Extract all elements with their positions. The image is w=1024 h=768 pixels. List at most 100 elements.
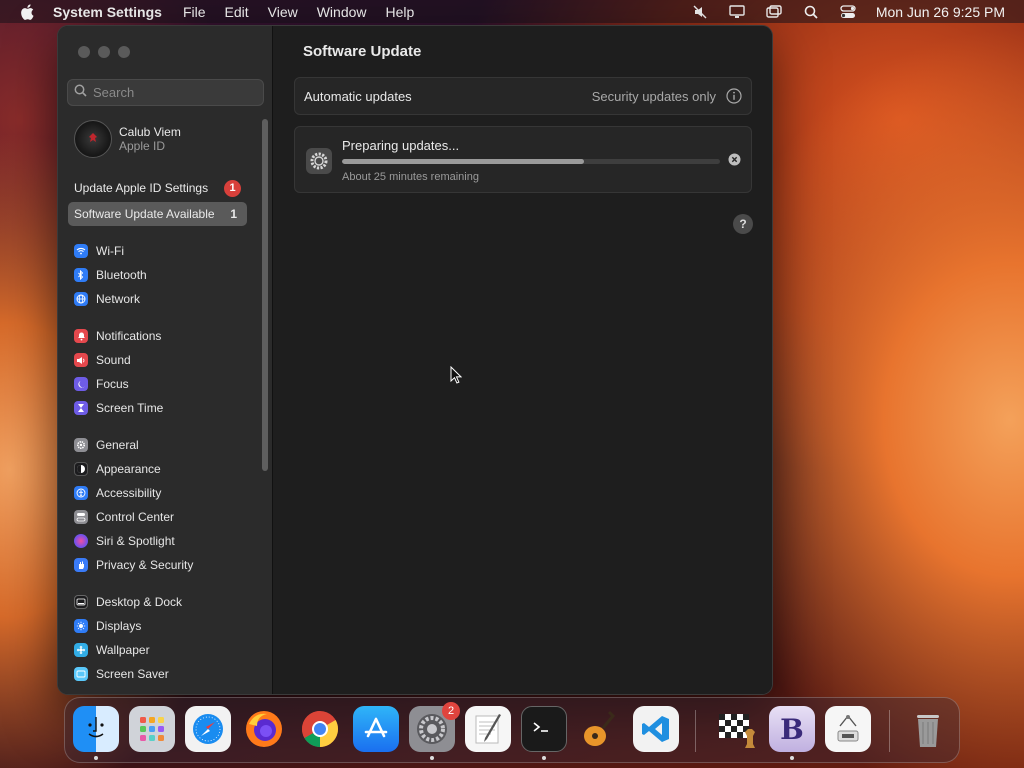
sidebar-item-control-center[interactable]: Control Center (74, 507, 174, 527)
sidebar-item-focus[interactable]: Focus (74, 374, 129, 394)
siri-icon (74, 534, 88, 548)
notification-badge: 1 (224, 179, 241, 197)
speaker-icon (74, 353, 88, 367)
finder-icon[interactable] (73, 706, 119, 752)
dock-separator (889, 710, 890, 752)
sidebar-item-sound[interactable]: Sound (74, 350, 131, 370)
sidebar-item-displays[interactable]: Displays (74, 616, 141, 636)
sidebar-item-notifications[interactable]: Notifications (74, 326, 161, 346)
svg-text:B: B (780, 713, 804, 746)
sidebar: Calub Viem Apple ID Update Apple ID Sett… (58, 26, 273, 694)
hourglass-icon (74, 401, 88, 415)
sidebar-scrollbar[interactable] (262, 119, 268, 471)
garageband-icon[interactable] (577, 706, 623, 752)
dock-separator (695, 710, 696, 752)
terminal-icon[interactable] (521, 706, 567, 752)
software-update-available[interactable]: Software Update Available 1 (68, 202, 247, 226)
textedit-icon[interactable] (465, 706, 511, 752)
system-settings-window: Calub Viem Apple ID Update Apple ID Sett… (57, 25, 773, 695)
spotlight-search-icon[interactable] (802, 4, 820, 20)
menu-help[interactable]: Help (386, 4, 415, 20)
search-field[interactable] (67, 79, 264, 106)
sidebar-item-label: Notifications (96, 329, 162, 343)
sidebar-item-label: Appearance (96, 462, 161, 476)
network-globe-icon (74, 292, 88, 306)
sidebar-item-label: Network (96, 292, 141, 306)
apple-id-account[interactable]: Calub Viem Apple ID (74, 120, 181, 158)
sidebar-item-desktop-dock[interactable]: Desktop & Dock (74, 592, 182, 612)
automatic-updates-row[interactable]: Automatic updates Security updates only (294, 77, 752, 115)
time-remaining: About 25 minutes remaining (342, 171, 479, 183)
sidebar-item-wifi[interactable]: Wi-Fi (74, 241, 124, 261)
image-capture-icon[interactable] (825, 706, 871, 752)
progress-title: Preparing updates... (342, 138, 460, 153)
app-store-icon[interactable] (353, 706, 399, 752)
sidebar-item-label: General (96, 438, 139, 452)
sidebar-item-label: Siri & Spotlight (96, 534, 175, 548)
sidebar-item-label: Accessibility (96, 486, 162, 500)
control-center-icon[interactable] (839, 4, 857, 20)
sidebar-item-general[interactable]: General (74, 435, 139, 455)
software-update-pane: Software Update Automatic updates Securi… (274, 26, 772, 694)
close-window-button[interactable] (78, 46, 90, 58)
chrome-icon[interactable] (297, 706, 343, 752)
menu-bar-clock[interactable]: Mon Jun 26 9:25 PM (876, 4, 1005, 20)
software-update-gear-icon (306, 148, 332, 174)
sidebar-item-label: Wallpaper (96, 643, 150, 657)
sidebar-item-appearance[interactable]: Appearance (74, 459, 161, 479)
sidebar-item-network[interactable]: Network (74, 289, 140, 309)
notifications-bell-icon (74, 329, 88, 343)
update-progress-card: Preparing updates... About 25 minutes re… (294, 126, 752, 193)
dock-icon (74, 595, 88, 609)
update-apple-id-settings[interactable]: Update Apple ID Settings 1 (68, 176, 247, 200)
settings-notification-badge: 2 (442, 702, 460, 720)
automatic-updates-value: Security updates only (591, 88, 716, 104)
progress-bar-fill (342, 159, 584, 164)
sidebar-item-label: Control Center (96, 510, 175, 524)
user-name: Calub Viem (119, 125, 181, 139)
sidebar-item-siri-spotlight[interactable]: Siri & Spotlight (74, 531, 175, 551)
info-icon[interactable] (726, 88, 742, 104)
sidebar-item-label: Focus (96, 377, 129, 391)
chess-icon[interactable] (713, 706, 759, 752)
search-icon (74, 84, 87, 102)
running-indicator (430, 756, 434, 760)
sun-brightness-icon (74, 619, 88, 633)
menu-edit[interactable]: Edit (225, 4, 249, 20)
launchpad-icon[interactable] (129, 706, 175, 752)
vscode-icon[interactable] (633, 706, 679, 752)
apple-menu-icon[interactable] (18, 3, 36, 21)
bbedit-icon[interactable]: B (769, 706, 815, 752)
sidebar-item-wallpaper[interactable]: Wallpaper (74, 640, 150, 660)
sidebar-item-label: Privacy & Security (96, 558, 194, 572)
search-input[interactable] (93, 85, 253, 100)
running-indicator (542, 756, 546, 760)
trash-icon[interactable] (905, 706, 951, 752)
sidebar-item-label: Screen Saver (96, 667, 169, 681)
menu-file[interactable]: File (183, 4, 206, 20)
screen-mirroring-icon[interactable] (765, 4, 783, 20)
appearance-icon (74, 462, 88, 476)
menu-window[interactable]: Window (317, 4, 367, 20)
page-title: Software Update (303, 43, 422, 60)
sidebar-item-accessibility[interactable]: Accessibility (74, 483, 161, 503)
control-center-sidebar-icon (74, 510, 88, 524)
update-count: 1 (230, 207, 237, 221)
running-indicator (94, 756, 98, 760)
bluetooth-icon (74, 268, 88, 282)
cancel-update-icon[interactable] (728, 153, 741, 166)
firefox-icon[interactable] (241, 706, 287, 752)
mute-icon[interactable] (691, 4, 709, 20)
sidebar-item-bluetooth[interactable]: Bluetooth (74, 265, 147, 285)
accessibility-icon (74, 486, 88, 500)
zoom-window-button[interactable] (118, 46, 130, 58)
app-name-menu[interactable]: System Settings (53, 4, 162, 20)
sidebar-item-screen-time[interactable]: Screen Time (74, 398, 163, 418)
menu-view[interactable]: View (268, 4, 298, 20)
safari-icon[interactable] (185, 706, 231, 752)
display-icon[interactable] (728, 4, 746, 20)
sidebar-item-privacy-security[interactable]: Privacy & Security (74, 555, 193, 575)
minimize-window-button[interactable] (98, 46, 110, 58)
help-button[interactable]: ? (733, 214, 753, 234)
sidebar-item-screen-saver[interactable]: Screen Saver (74, 664, 169, 684)
